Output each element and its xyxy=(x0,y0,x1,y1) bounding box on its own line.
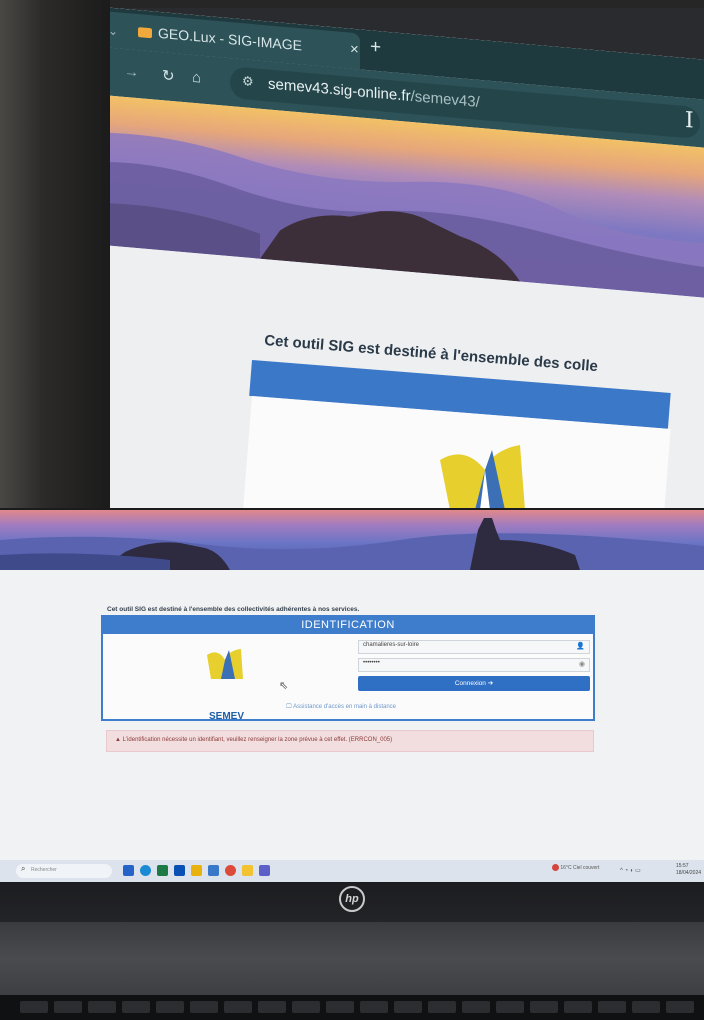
weather-icon xyxy=(552,864,559,871)
semev-logo-icon xyxy=(440,445,525,508)
keyboard-key xyxy=(598,1001,626,1013)
keyboard-key xyxy=(394,1001,422,1013)
keyboard-key xyxy=(258,1001,286,1013)
intro-text: Cet outil SIG est destiné à l'ensemble d… xyxy=(107,606,360,613)
new-tab-icon[interactable]: + xyxy=(370,36,381,59)
semev-logo-icon xyxy=(207,649,243,679)
panel-title: IDENTIFICATION xyxy=(103,617,593,634)
outlook-icon[interactable] xyxy=(174,865,185,876)
taskbar-search[interactable]: ⌕ Rechercher xyxy=(16,864,112,878)
laptop-deck xyxy=(0,922,704,997)
chrome-icon[interactable] xyxy=(225,865,236,876)
search-icon: ⌕ xyxy=(21,864,26,873)
keyboard-key xyxy=(190,1001,218,1013)
edge-icon[interactable] xyxy=(140,865,151,876)
keyboard-key xyxy=(88,1001,116,1013)
tab-title: GEO.Lux - SIG-IMAGE xyxy=(158,24,302,54)
monitor-bezel-left xyxy=(0,0,110,508)
taskbar-clock[interactable]: 15:57 18/04/2024 xyxy=(676,863,701,877)
photo-browser-closeup: ⌄ GEO.Lux - SIG-IMAGE × + ← → ↻ ⌂ ⚙ seme… xyxy=(0,0,704,508)
home-icon[interactable]: ⌂ xyxy=(192,69,201,87)
keyboard-key xyxy=(530,1001,558,1013)
forward-icon[interactable]: → xyxy=(124,63,139,81)
site-info-icon[interactable]: ⚙ xyxy=(242,73,254,90)
word-icon[interactable] xyxy=(208,865,219,876)
error-alert: ▲ L'identification nécessite un identifi… xyxy=(106,730,594,752)
keyboard-key xyxy=(326,1001,354,1013)
keyboard-key xyxy=(122,1001,150,1013)
password-input[interactable]: •••••••• ◉ xyxy=(358,658,590,672)
hp-logo-icon: hp xyxy=(339,886,365,912)
keyboard-key xyxy=(462,1001,490,1013)
username-input[interactable]: chamalieres-sur-loire 👤 xyxy=(358,640,590,654)
text-cursor-icon: I xyxy=(685,107,694,134)
weather-widget[interactable]: 16°C Ciel couvert xyxy=(552,864,599,871)
keyboard-key xyxy=(224,1001,252,1013)
teams-icon[interactable] xyxy=(259,865,270,876)
landscape-illustration xyxy=(0,518,704,570)
keyboard-key xyxy=(54,1001,82,1013)
semev-logo: SEMEV xyxy=(189,647,259,722)
keyboard-key xyxy=(496,1001,524,1013)
address-url: semev43.sig-online.fr/semev43/ xyxy=(268,75,480,111)
system-tray[interactable]: ^ ◔ ◗ ▭ xyxy=(620,867,641,874)
start-icon[interactable] xyxy=(123,865,134,876)
keyboard-key xyxy=(632,1001,660,1013)
photo-laptop-screen: Cet outil SIG est destiné à l'ensemble d… xyxy=(0,510,704,1020)
keyboard-key xyxy=(20,1001,48,1013)
tab-favicon-icon xyxy=(138,27,152,39)
keyboard-key xyxy=(360,1001,388,1013)
keyboard-key xyxy=(156,1001,184,1013)
keyboard-key xyxy=(666,1001,694,1013)
excel-icon[interactable] xyxy=(157,865,168,876)
keyboard-key xyxy=(564,1001,592,1013)
header-banner-image xyxy=(0,510,704,570)
folder-icon[interactable] xyxy=(242,865,253,876)
identification-panel: IDENTIFICATION SEMEV chamalieres-sur-loi… xyxy=(101,615,595,722)
eye-icon[interactable]: ◉ xyxy=(579,660,585,668)
logo-text: SEMEV xyxy=(209,711,245,722)
keyboard-key xyxy=(428,1001,456,1013)
user-icon: 👤 xyxy=(576,643,585,650)
windows-taskbar: ⌕ Rechercher 16°C Ciel couvert ^ ◔ ◗ ▭ 1… xyxy=(0,860,704,882)
mouse-pointer-icon: ⇖ xyxy=(279,680,289,692)
warning-icon: ▲ xyxy=(115,737,123,743)
keyboard-key xyxy=(292,1001,320,1013)
connexion-button[interactable]: Connexion ➔ xyxy=(358,676,590,691)
reload-icon[interactable]: ↻ xyxy=(162,66,175,85)
remote-assistance-link[interactable]: 🖵 Assistance d'accès en main à distance xyxy=(286,704,396,711)
explorer-icon[interactable] xyxy=(191,865,202,876)
tab-close-icon[interactable]: × xyxy=(350,41,359,59)
